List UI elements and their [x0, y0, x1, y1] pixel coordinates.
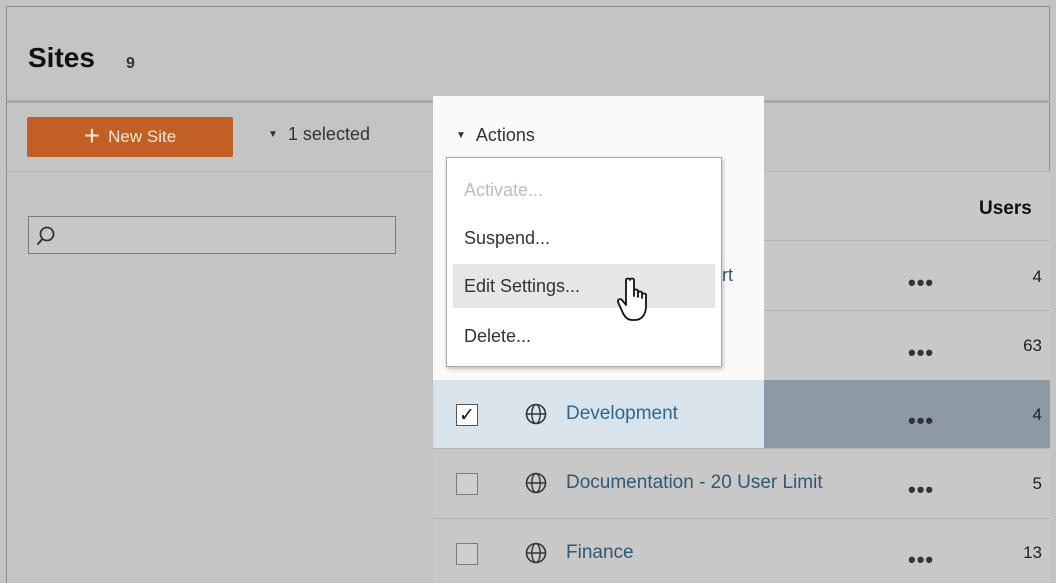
users-count: 63 — [1023, 336, 1042, 355]
page-title: Sites — [28, 42, 95, 73]
site-link-development[interactable]: Development — [566, 403, 678, 425]
hand-cursor-icon — [616, 277, 647, 321]
selection-dropdown[interactable]: ▼ 1 selected — [268, 124, 370, 145]
menu-item-delete[interactable]: Delete... — [453, 314, 715, 358]
row-divider — [433, 448, 1050, 449]
site-count: 9 — [126, 55, 135, 72]
menu-item-suspend[interactable]: Suspend... — [453, 216, 715, 260]
menu-item-edit-settings[interactable]: Edit Settings... — [453, 264, 715, 308]
globe-icon — [525, 472, 547, 494]
users-column-header[interactable]: Users — [979, 198, 1032, 220]
actions-menu: Activate... Suspend... Edit Settings... … — [446, 157, 722, 367]
more-actions-button[interactable]: ••• — [908, 410, 934, 432]
globe-icon — [525, 542, 547, 564]
row-checkbox[interactable]: ✓ — [456, 404, 478, 426]
more-actions-button[interactable]: ••• — [908, 342, 934, 364]
row-checkbox[interactable] — [456, 543, 478, 565]
users-count: 5 — [1032, 474, 1042, 493]
caret-down-icon: ▼ — [456, 130, 466, 141]
more-actions-button[interactable]: ••• — [908, 549, 934, 571]
search-box[interactable] — [28, 216, 396, 254]
row-divider — [433, 518, 1050, 519]
new-site-button[interactable]: + New Site — [27, 117, 233, 157]
caret-down-icon: ▼ — [268, 129, 278, 140]
row-checkbox[interactable] — [456, 473, 478, 495]
plus-icon: + — [83, 119, 101, 151]
new-site-label: New Site — [108, 127, 177, 146]
site-link-finance[interactable]: Finance — [566, 542, 634, 564]
more-actions-button[interactable]: ••• — [908, 272, 934, 294]
more-actions-button[interactable]: ••• — [908, 479, 934, 501]
site-link-documentation[interactable]: Documentation - 20 User Limit — [566, 472, 823, 494]
selection-label: 1 selected — [287, 124, 370, 144]
check-icon: ✓ — [459, 404, 475, 426]
globe-icon — [525, 403, 547, 425]
actions-label: Actions — [475, 125, 535, 145]
search-icon — [36, 226, 55, 246]
users-count: 4 — [1032, 405, 1042, 424]
users-count: 4 — [1032, 267, 1042, 286]
menu-item-activate[interactable]: Activate... — [453, 168, 715, 212]
users-count: 13 — [1023, 543, 1042, 562]
actions-dropdown[interactable]: ▼ Actions — [456, 125, 535, 146]
